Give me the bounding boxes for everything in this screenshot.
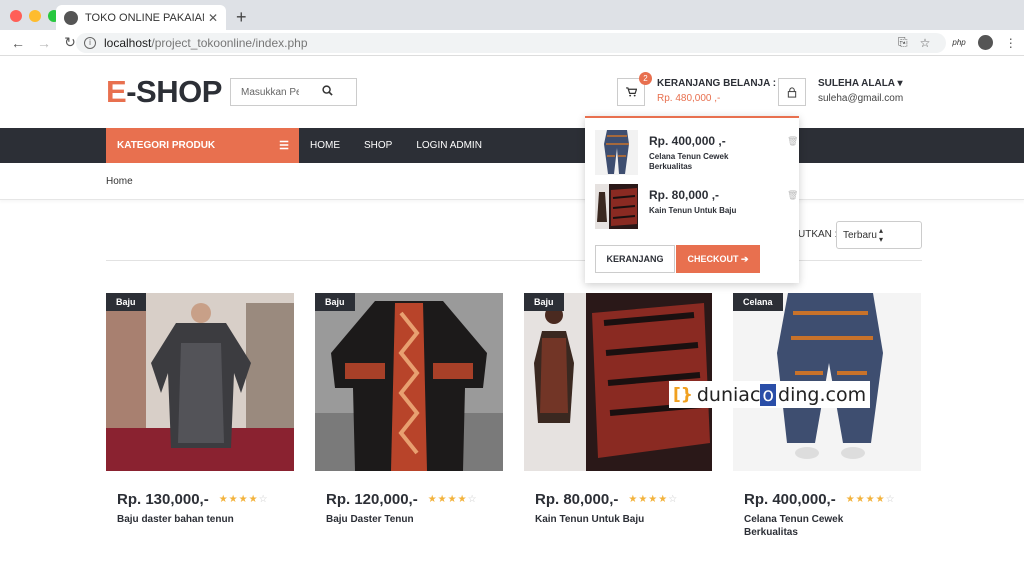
cart-item-price: Rp. 400,000 ,- (649, 134, 726, 148)
trash-icon[interactable]: 🗑 (787, 190, 798, 201)
sort-select[interactable]: Terbaru ▴ ▾ (836, 221, 922, 249)
product-card[interactable]: Baju Rp. 130,000,- ★★★★☆ Baju daster bah… (106, 293, 294, 527)
close-tab-icon[interactable]: ✕ (208, 11, 218, 25)
nav-menu: HOME SHOP LOGIN ADMIN (310, 128, 482, 163)
select-arrows-icon: ▴ ▾ (879, 226, 884, 244)
cart-item-image[interactable] (595, 184, 638, 229)
product-card[interactable]: Baju Rp. 120,000,- ★★★★☆ Baju Daster Ten… (315, 293, 503, 527)
browser-menu-icon[interactable]: ⋮ (1005, 36, 1017, 50)
product-price: Rp. 120,000,- (326, 491, 418, 508)
forward-arrow-icon[interactable]: → (36, 35, 52, 51)
toolbar-right: ⎘ ☆ php ⋮ (898, 35, 1017, 50)
search-icon[interactable] (299, 85, 357, 99)
close-window-button[interactable] (10, 10, 22, 22)
address-bar[interactable]: i localhost/project_tokoonline/index.php (76, 33, 946, 53)
sort-label: UTKAN : (798, 229, 838, 240)
main-navbar: KATEGORI PRODUK ☰ HOME SHOP LOGIN ADMIN (0, 128, 1024, 163)
translate-icon[interactable]: ⎘ (898, 35, 908, 50)
cart-icon (625, 87, 637, 97)
user-button[interactable] (778, 78, 806, 106)
category-menu-button[interactable]: KATEGORI PRODUK ☰ (106, 128, 299, 163)
lock-icon (787, 86, 797, 98)
cart-title[interactable]: KERANJANG BELANJA : (657, 78, 776, 89)
url-host: localhost (104, 36, 152, 50)
cart-dropdown: Rp. 400,000 ,- Celana Tenun Cewek Berkua… (585, 116, 799, 283)
minimize-window-button[interactable] (29, 10, 41, 22)
product-tag: Celana (733, 293, 783, 311)
cart-total: Rp. 480,000 ,- (657, 93, 721, 104)
rating-stars-icon: ★★★★☆ (628, 494, 679, 505)
nav-shop[interactable]: SHOP (364, 140, 392, 151)
product-tag: Baju (106, 293, 146, 311)
product-price: Rp. 400,000,- (744, 491, 836, 508)
product-card[interactable]: Baju Rp. 80,000,- ★★★★☆ Kain Tenun Untuk… (524, 293, 712, 527)
product-name[interactable]: Baju daster bahan tenun (106, 514, 246, 527)
caret-down-icon: ▾ (897, 78, 903, 89)
product-tag: Baju (315, 293, 355, 311)
tab-title: TOKO ONLINE PAKAIAN TENUN (85, 11, 204, 24)
php-extension-icon[interactable]: php (952, 38, 965, 47)
profile-avatar[interactable] (977, 35, 993, 50)
browser-tab[interactable]: TOKO ONLINE PAKAIAN TENUN ✕ (56, 5, 226, 30)
browser-tab-bar: TOKO ONLINE PAKAIAN TENUN ✕ + (0, 0, 1024, 30)
checkout-button[interactable]: CHECKOUT ➔ (676, 245, 760, 273)
user-email: suleha@gmail.com (818, 93, 904, 104)
product-tag: Baju (524, 293, 564, 311)
arrow-circle-right-icon: ➔ (740, 253, 749, 264)
product-price: Rp. 130,000,- (117, 491, 209, 508)
url-path: /project_tokoonline/index.php (151, 36, 308, 50)
view-cart-button[interactable]: KERANJANG (595, 245, 675, 273)
product-price: Rp. 80,000,- (535, 491, 619, 508)
cart-item-price: Rp. 80,000 ,- (649, 188, 720, 202)
browser-toolbar: ← → ↻ i localhost/project_tokoonline/ind… (0, 30, 1024, 56)
product-image[interactable]: Baju (315, 293, 503, 471)
product-name[interactable]: Baju Daster Tenun (315, 514, 455, 527)
rating-stars-icon: ★★★★☆ (427, 494, 478, 505)
search-input[interactable]: Masukkan Pencarian .. (230, 78, 357, 106)
rating-stars-icon: ★★★★☆ (845, 494, 896, 505)
bookmark-star-icon[interactable]: ☆ (920, 36, 931, 50)
product-name[interactable]: Kain Tenun Untuk Baju (524, 514, 664, 527)
site-logo[interactable]: E-SHOP (106, 74, 222, 110)
back-arrow-icon[interactable]: ← (10, 35, 26, 51)
cart-count-badge: 2 (639, 72, 652, 85)
info-icon[interactable]: i (84, 37, 96, 49)
divider (106, 260, 922, 261)
nav-login-admin[interactable]: LOGIN ADMIN (416, 140, 482, 151)
cart-item-image[interactable] (595, 130, 638, 175)
trash-icon[interactable]: 🗑 (787, 136, 798, 147)
list-icon: ☰ (279, 140, 289, 152)
cart-item-name[interactable]: Kain Tenun Untuk Baju (649, 206, 759, 216)
window-controls (10, 10, 60, 22)
new-tab-button[interactable]: + (236, 7, 247, 28)
rating-stars-icon: ★★★★☆ (218, 494, 269, 505)
nav-home[interactable]: HOME (310, 140, 340, 151)
shop-header: E-SHOP Masukkan Pencarian .. 2 KERANJANG… (0, 56, 1024, 128)
breadcrumb: Home (0, 163, 1024, 200)
product-name[interactable]: Celana Tenun Cewek Berkualitas (733, 514, 873, 539)
cart-item-name[interactable]: Celana Tenun Cewek Berkualitas (649, 152, 759, 172)
product-card[interactable]: Celana Rp. 400,000,- ★★★★☆ Celana Tenun … (733, 293, 921, 539)
watermark-logo: [} duniac o ding.com (669, 381, 871, 408)
breadcrumb-home[interactable]: Home (106, 176, 133, 187)
product-image[interactable]: Baju (106, 293, 294, 471)
favicon-icon (64, 10, 78, 25)
user-name-dropdown[interactable]: SULEHA ALALA ▾ (818, 78, 902, 89)
